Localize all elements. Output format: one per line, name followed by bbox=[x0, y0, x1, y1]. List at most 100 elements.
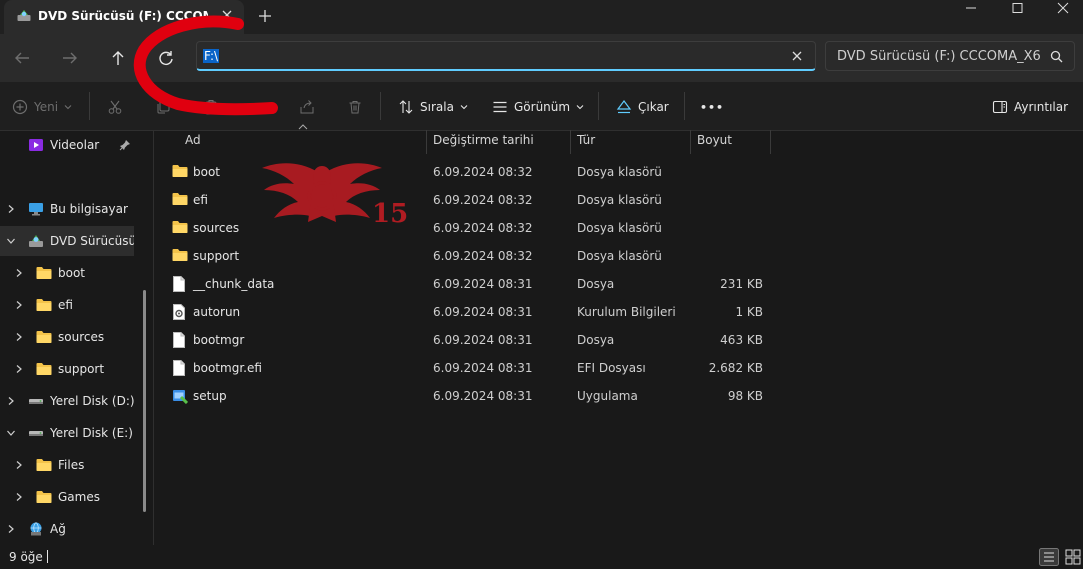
file-row[interactable]: __chunk_data 6.09.2024 08:31 Dosya 231 KB bbox=[160, 270, 772, 298]
column-header-size[interactable]: Boyut bbox=[697, 133, 732, 153]
sidebar-tree-item[interactable]: Yerel Disk (E:) bbox=[28, 419, 133, 447]
eject-button[interactable]: Çıkar bbox=[616, 97, 669, 117]
search-box[interactable]: DVD Sürücüsü (F:) CCCOMA_X6 bbox=[825, 41, 1075, 71]
sidebar-item-label: boot bbox=[58, 266, 86, 280]
pin-icon[interactable] bbox=[119, 139, 131, 151]
sort-button[interactable]: Sırala bbox=[398, 97, 468, 117]
clear-address-icon[interactable] bbox=[791, 50, 803, 62]
column-divider[interactable] bbox=[426, 130, 427, 154]
chevron-down-icon[interactable] bbox=[6, 236, 16, 246]
file-row[interactable]: efi 6.09.2024 08:32 Dosya klasörü bbox=[160, 186, 772, 214]
details-pane-icon bbox=[992, 99, 1008, 115]
sidebar-item-label: efi bbox=[58, 298, 73, 312]
column-divider[interactable] bbox=[690, 130, 691, 154]
file-row[interactable]: autorun 6.09.2024 08:31 Kurulum Bilgileri 1… bbox=[160, 298, 772, 326]
status-separator bbox=[47, 550, 48, 563]
chevron-right-icon[interactable] bbox=[6, 524, 16, 534]
chevron-right-icon[interactable] bbox=[14, 460, 24, 470]
item-count: 9 öğe bbox=[9, 550, 43, 564]
column-header-type[interactable]: Tür bbox=[577, 133, 595, 153]
new-tab-button[interactable] bbox=[258, 9, 272, 23]
sidebar-item-videos[interactable]: Videolar bbox=[28, 131, 99, 159]
folder-icon bbox=[36, 490, 52, 504]
toolbar-divider bbox=[684, 92, 685, 120]
chevron-right-icon[interactable] bbox=[14, 364, 24, 374]
file-date: 6.09.2024 08:31 bbox=[433, 389, 533, 403]
sidebar-tree-item[interactable]: DVD Sürücüsü (F:) bbox=[28, 227, 134, 255]
view-button[interactable]: Görünüm bbox=[492, 97, 584, 117]
file-size: 2.682 KB bbox=[708, 361, 763, 375]
search-input[interactable]: DVD Sürücüsü (F:) CCCOMA_X6 bbox=[837, 49, 1041, 64]
share-button[interactable] bbox=[299, 97, 315, 117]
chevron-right-icon[interactable] bbox=[6, 396, 16, 406]
new-label: Yeni bbox=[34, 100, 59, 114]
chevron-right-icon[interactable] bbox=[6, 204, 16, 214]
folder-icon bbox=[36, 266, 52, 280]
cut-button[interactable] bbox=[107, 97, 123, 117]
sidebar-item-label: support bbox=[58, 362, 105, 376]
file-name: sources bbox=[193, 221, 240, 235]
file-row[interactable]: support 6.09.2024 08:32 Dosya klasörü bbox=[160, 242, 772, 270]
rename-button[interactable] bbox=[251, 97, 267, 117]
sidebar-tree-item[interactable]: support bbox=[36, 355, 104, 383]
chevron-right-icon[interactable] bbox=[14, 300, 24, 310]
up-button[interactable] bbox=[104, 46, 132, 70]
copy-button[interactable] bbox=[155, 97, 171, 117]
file-row[interactable]: boot 6.09.2024 08:32 Dosya klasörü bbox=[160, 158, 772, 186]
file-size: 98 KB bbox=[727, 389, 763, 403]
chevron-right-icon[interactable] bbox=[14, 268, 24, 278]
tiles-view-icon[interactable] bbox=[1064, 548, 1082, 566]
watermark-number: 15 bbox=[372, 199, 408, 229]
forward-button[interactable] bbox=[56, 46, 84, 70]
sidebar-tree-item[interactable]: boot bbox=[36, 259, 85, 287]
sidebar-tree-item[interactable]: Yerel Disk (D:) bbox=[28, 387, 134, 415]
sidebar-tree-item[interactable]: sources bbox=[36, 323, 104, 351]
pane-divider[interactable] bbox=[153, 130, 154, 545]
maximize-button[interactable] bbox=[994, 0, 1040, 32]
close-tab-icon[interactable] bbox=[220, 8, 234, 22]
address-value[interactable]: F:\ bbox=[203, 49, 220, 63]
file-row[interactable]: setup 6.09.2024 08:31 Uygulama 98 KB bbox=[160, 382, 772, 410]
new-button[interactable]: Yeni bbox=[12, 97, 72, 117]
tab-active[interactable]: DVD Sürücüsü (F:) CCCOMA_X6 bbox=[4, 0, 244, 34]
search-icon[interactable] bbox=[1050, 50, 1063, 63]
sidebar-tree-item[interactable]: Bu bilgisayar bbox=[28, 195, 128, 223]
chevron-down-icon bbox=[64, 103, 72, 111]
sidebar-tree-item[interactable]: efi bbox=[36, 291, 73, 319]
sidebar-tree-item[interactable]: Games bbox=[36, 483, 100, 511]
sidebar-scrollbar[interactable] bbox=[143, 290, 146, 512]
dvd-drive-icon bbox=[17, 9, 31, 23]
details-view-icon[interactable] bbox=[1039, 548, 1059, 566]
column-divider[interactable] bbox=[770, 130, 771, 154]
delete-button[interactable] bbox=[347, 97, 363, 117]
column-divider[interactable] bbox=[570, 130, 571, 154]
folder-icon bbox=[172, 192, 188, 206]
chevron-right-icon[interactable] bbox=[14, 332, 24, 342]
minimize-button[interactable] bbox=[948, 0, 994, 32]
eagle-watermark-logo: 15 bbox=[258, 156, 408, 236]
details-pane-button[interactable]: Ayrıntılar bbox=[992, 97, 1068, 117]
column-header-date[interactable]: Değiştirme tarihi bbox=[433, 133, 534, 153]
back-button[interactable] bbox=[8, 46, 36, 70]
file-row[interactable]: sources 6.09.2024 08:32 Dosya klasörü bbox=[160, 214, 772, 242]
file-name: __chunk_data bbox=[193, 277, 275, 291]
chevron-down-icon[interactable] bbox=[6, 428, 16, 438]
more-options-button[interactable]: ••• bbox=[700, 97, 724, 117]
details-label: Ayrıntılar bbox=[1014, 100, 1069, 114]
sidebar-tree-item[interactable]: Ağ bbox=[28, 515, 66, 543]
file-row[interactable]: bootmgr 6.09.2024 08:31 Dosya 463 KB bbox=[160, 326, 772, 354]
file-icon bbox=[172, 276, 186, 292]
tab-title: DVD Sürücüsü (F:) CCCOMA_X6 bbox=[38, 9, 208, 23]
chevron-down-icon bbox=[460, 103, 468, 111]
column-header-name[interactable]: Ad bbox=[185, 133, 201, 153]
address-bar[interactable]: F:\ bbox=[196, 41, 816, 71]
close-window-button[interactable] bbox=[1040, 0, 1083, 32]
folder-icon bbox=[36, 330, 52, 344]
chevron-right-icon[interactable] bbox=[14, 492, 24, 502]
file-row[interactable]: bootmgr.efi 6.09.2024 08:31 EFI Dosyası 2.6… bbox=[160, 354, 772, 382]
file-name: boot bbox=[193, 165, 221, 179]
paste-button[interactable] bbox=[203, 97, 219, 117]
sidebar-tree-item[interactable]: Files bbox=[36, 451, 84, 479]
refresh-button[interactable] bbox=[152, 46, 180, 70]
sidebar-item-label: Yerel Disk (D:) bbox=[50, 394, 134, 408]
